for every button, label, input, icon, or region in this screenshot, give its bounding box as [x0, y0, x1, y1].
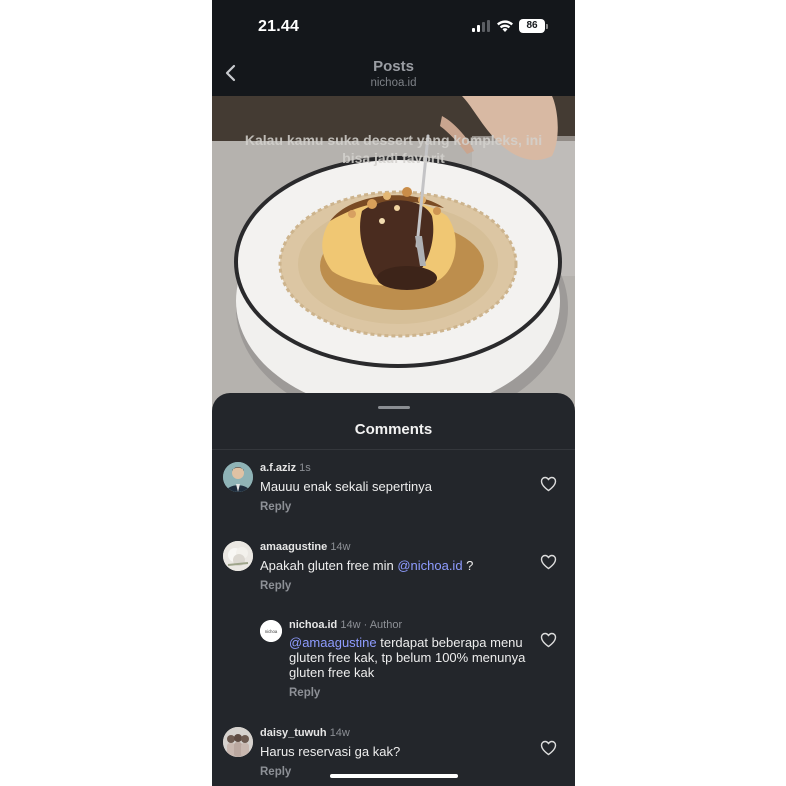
avatar-group-icon: [223, 727, 253, 757]
battery-cap: [546, 24, 548, 29]
reply-button[interactable]: Reply: [260, 580, 291, 592]
sheet-drag-handle[interactable]: [378, 406, 410, 409]
comment-username[interactable]: daisy_tuwuh 14w: [260, 727, 350, 739]
mention-link[interactable]: @amaagustine: [289, 635, 377, 650]
heart-icon[interactable]: [540, 740, 557, 756]
avatar-flower-icon: [223, 541, 253, 571]
username-text[interactable]: amaagustine: [260, 541, 327, 553]
status-bar: 21.44 86: [212, 0, 575, 50]
comment-text: Harus reservasi ga kak?: [260, 744, 401, 759]
mention-link[interactable]: @nichoa.id: [397, 558, 462, 573]
comments-sheet: Comments a.f.aziz 1s Mauuu enak sekali s…: [212, 393, 575, 786]
avatar[interactable]: [223, 541, 253, 571]
page-subtitle[interactable]: nichoa.id: [212, 77, 575, 89]
username-text[interactable]: nichoa.id: [289, 619, 337, 631]
wifi-icon: [497, 20, 513, 32]
comment-time: 14w: [330, 541, 351, 553]
comment-text: Apakah gluten free min @nichoa.id ?: [260, 558, 520, 573]
page-title: Posts: [373, 58, 414, 75]
status-time: 21.44: [258, 18, 300, 35]
posts-header: Posts nichoa.id: [212, 50, 575, 96]
username-text[interactable]: daisy_tuwuh: [260, 727, 327, 739]
comment-text-part: ?: [462, 558, 474, 573]
heart-icon[interactable]: [540, 554, 557, 570]
heart-icon[interactable]: [540, 476, 557, 492]
avatar-logo: nichoa: [260, 620, 282, 642]
comment-username[interactable]: amaagustine 14w: [260, 541, 351, 553]
author-label: · Author: [363, 619, 403, 631]
heart-icon[interactable]: [540, 632, 557, 648]
media-caption: Kalau kamu suka dessert yang kompleks, i…: [244, 132, 543, 166]
reply-button[interactable]: Reply: [289, 687, 320, 699]
comment-time: 1s: [299, 462, 311, 474]
comment-time: 14w: [329, 727, 350, 739]
avatar[interactable]: nichoa: [260, 620, 282, 642]
divider: [212, 449, 575, 450]
comments-title: Comments: [354, 421, 433, 438]
reply-button[interactable]: Reply: [260, 766, 291, 778]
avatar[interactable]: [223, 727, 253, 757]
avatar-person-icon: [223, 462, 253, 492]
comment-username[interactable]: a.f.aziz 1s: [260, 462, 311, 474]
username-text[interactable]: a.f.aziz: [260, 462, 296, 474]
avatar-logo-text: nichoa: [265, 629, 278, 634]
comment-text: Mauuu enak sekali sepertinya: [260, 479, 432, 494]
home-indicator[interactable]: [330, 774, 458, 778]
comment-time: 14w: [340, 619, 361, 631]
battery-icon: 86: [519, 19, 545, 33]
cellular-signal-icon: [472, 20, 490, 32]
post-media[interactable]: Kalau kamu suka dessert yang kompleks, i…: [212, 96, 575, 416]
comment-username[interactable]: nichoa.id 14w · Author: [289, 619, 402, 631]
comment-text-part: Apakah gluten free min: [260, 558, 398, 573]
comment-text: @amaagustine terdapat beberapa menu glut…: [289, 635, 529, 680]
reply-button[interactable]: Reply: [260, 501, 291, 513]
avatar[interactable]: [223, 462, 253, 492]
phone-screen: 21.44 86 Posts nichoa.id Kalau kamu suka…: [212, 0, 575, 786]
